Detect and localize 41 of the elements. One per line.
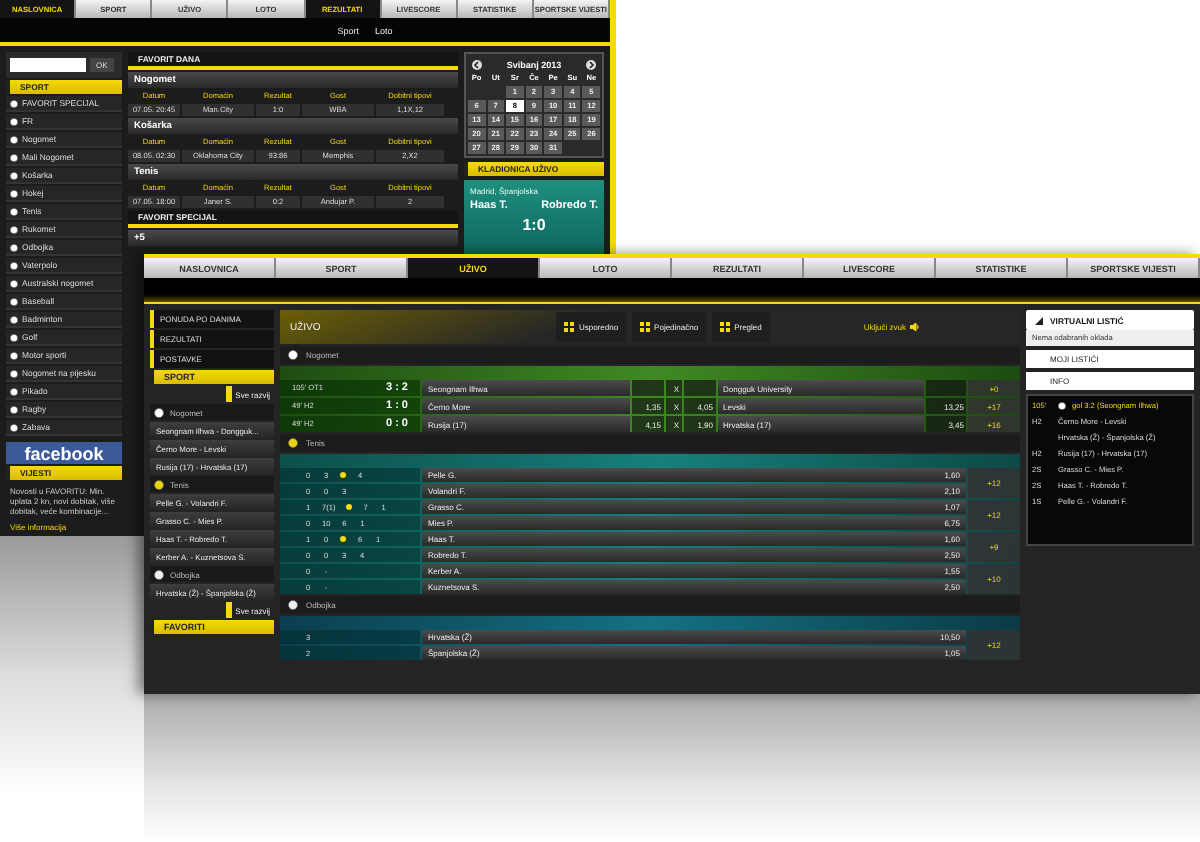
ball-icon bbox=[10, 153, 18, 161]
ball-icon bbox=[10, 225, 18, 233]
ball-icon bbox=[10, 99, 18, 107]
odd-value[interactable] bbox=[631, 380, 663, 396]
next-icon[interactable] bbox=[586, 59, 596, 69]
ball-icon bbox=[154, 407, 164, 417]
previous-icon[interactable] bbox=[472, 59, 482, 69]
grid-icon bbox=[640, 322, 651, 332]
ball-icon bbox=[10, 117, 18, 125]
ball-icon bbox=[288, 350, 298, 360]
score-text: 1:0 bbox=[520, 216, 548, 234]
ball-icon bbox=[10, 297, 18, 305]
ball-icon bbox=[10, 261, 18, 269]
grid-icon bbox=[720, 322, 731, 332]
grid-icon bbox=[564, 322, 575, 332]
ball-icon bbox=[154, 569, 164, 579]
ball-icon bbox=[154, 479, 164, 489]
ball-icon bbox=[10, 333, 18, 341]
ball-icon bbox=[10, 243, 18, 251]
ball-icon bbox=[288, 438, 298, 448]
ball-icon bbox=[10, 135, 18, 143]
ball-icon bbox=[10, 351, 18, 359]
ball-icon bbox=[10, 207, 18, 215]
ball-icon bbox=[10, 171, 18, 179]
ball-icon bbox=[1058, 402, 1066, 410]
ball-icon bbox=[288, 600, 298, 610]
ball-icon bbox=[10, 189, 18, 197]
serve-dot bbox=[345, 504, 352, 510]
ball-icon bbox=[10, 405, 18, 413]
slip-icon bbox=[1034, 315, 1044, 325]
search-field[interactable] bbox=[10, 58, 86, 72]
ball-icon bbox=[10, 423, 18, 431]
ball-icon bbox=[10, 279, 18, 287]
speaker-icon bbox=[910, 322, 920, 332]
odd-value[interactable] bbox=[683, 380, 715, 396]
facebook-logo[interactable]: facebook bbox=[6, 442, 122, 464]
ball-icon bbox=[10, 315, 18, 323]
serve-dot bbox=[340, 472, 346, 478]
ball-icon bbox=[10, 369, 18, 377]
serve-dot bbox=[340, 536, 346, 542]
ball-icon bbox=[10, 387, 18, 395]
